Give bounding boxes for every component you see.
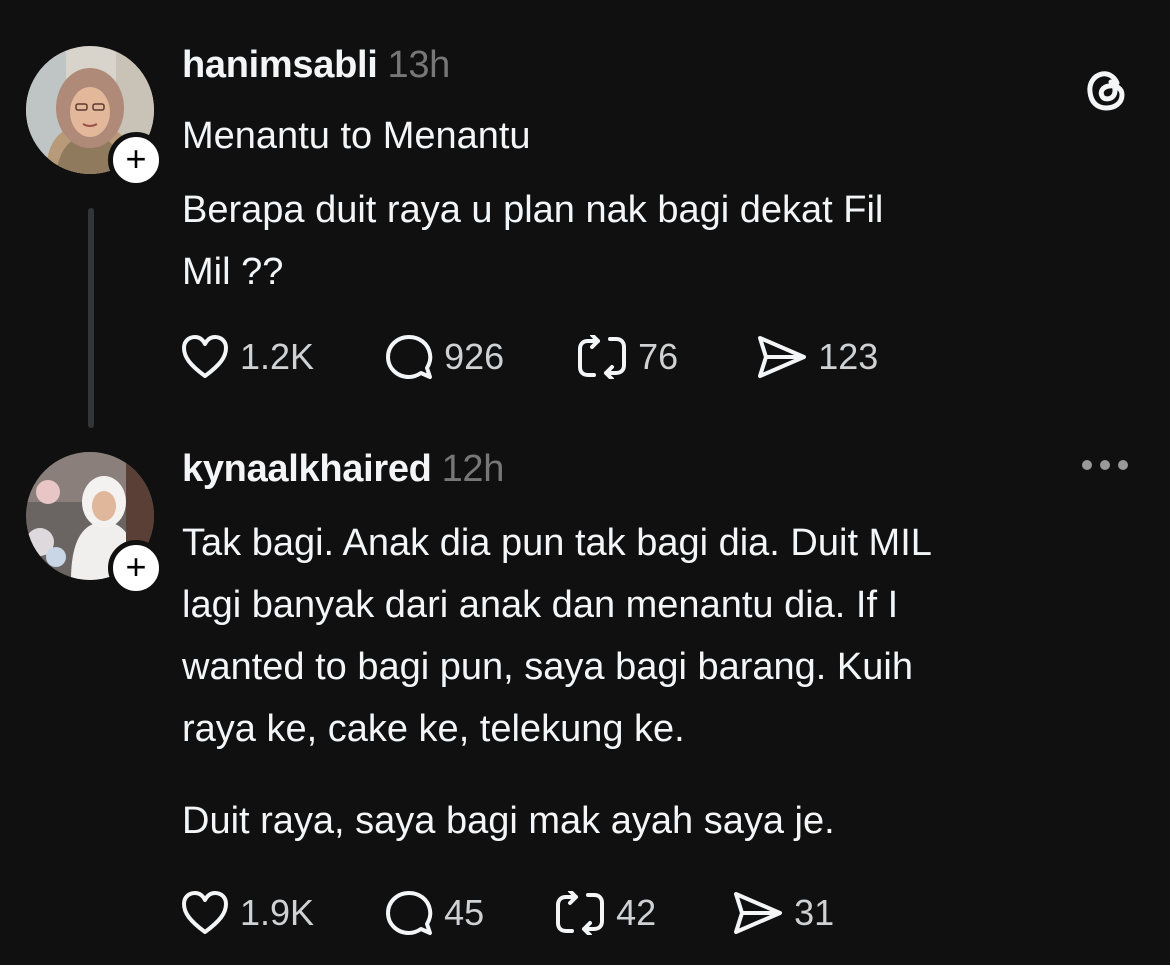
heart-icon — [182, 335, 228, 378]
post-line: Mil ?? — [182, 251, 284, 293]
send-icon — [758, 336, 807, 378]
post-line: wanted to bagi pun, saya bagi barang. Ku… — [182, 646, 913, 688]
like-button[interactable]: 1.2K — [180, 333, 314, 381]
repost-button[interactable]: 76 — [576, 335, 678, 379]
reply-button[interactable]: 926 — [384, 332, 504, 382]
repost-button[interactable]: 42 — [554, 891, 656, 935]
username[interactable]: kynaalkhaired — [182, 448, 432, 490]
like-count: 1.9K — [240, 892, 315, 933]
post-line: Tak bagi. Anak dia pun tak bagi dia. Dui… — [182, 522, 932, 564]
share-button[interactable]: 31 — [730, 890, 834, 936]
follow-plus-icon[interactable]: + — [108, 540, 164, 596]
like-count: 1.2K — [240, 336, 315, 377]
post-body: Menantu to Menantu Berapa duit raya u pl… — [182, 105, 1102, 303]
post-actions: 1.2K 926 76 123 — [180, 332, 938, 382]
timestamp: 12h — [441, 448, 505, 490]
post-line: raya ke, cake ke, telekung ke. — [182, 708, 685, 750]
thread-connector-line — [88, 208, 94, 428]
share-count: 123 — [818, 336, 879, 377]
username[interactable]: hanimsabli — [182, 44, 378, 86]
post-line: Berapa duit raya u plan nak bagi dekat F… — [182, 189, 884, 231]
post-body: Tak bagi. Anak dia pun tak bagi dia. Dui… — [182, 512, 1102, 852]
post-line: lagi banyak dari anak dan menantu dia. I… — [182, 584, 899, 626]
follow-plus-icon[interactable]: + — [108, 132, 164, 188]
plus-icon: + — [125, 137, 147, 179]
timestamp: 13h — [387, 44, 451, 86]
share-button[interactable]: 123 — [754, 334, 878, 380]
reply-count: 45 — [444, 892, 485, 933]
heart-icon — [182, 891, 228, 934]
post-header: hanimsabli 13h — [182, 44, 450, 87]
repost-icon — [556, 891, 605, 935]
comment-icon — [386, 891, 433, 935]
plus-icon: + — [125, 545, 147, 587]
share-count: 31 — [794, 892, 835, 933]
more-dot — [1082, 460, 1092, 470]
repost-count: 76 — [638, 336, 679, 377]
send-icon — [734, 892, 783, 934]
comment-icon — [386, 335, 433, 379]
more-dot — [1100, 460, 1110, 470]
like-button[interactable]: 1.9K — [180, 889, 314, 937]
more-icon[interactable] — [1082, 460, 1128, 470]
post-line: Menantu to Menantu — [182, 115, 531, 157]
repost-icon — [578, 335, 627, 379]
reply-button[interactable]: 45 — [384, 888, 484, 938]
more-dot — [1118, 460, 1128, 470]
repost-count: 42 — [616, 892, 657, 933]
post-header: kynaalkhaired 12h — [182, 448, 504, 491]
post-paragraph: Duit raya, saya bagi mak ayah saya je. — [182, 800, 835, 842]
post-actions: 1.9K 45 42 31 — [180, 888, 894, 938]
reply-count: 926 — [444, 336, 505, 377]
